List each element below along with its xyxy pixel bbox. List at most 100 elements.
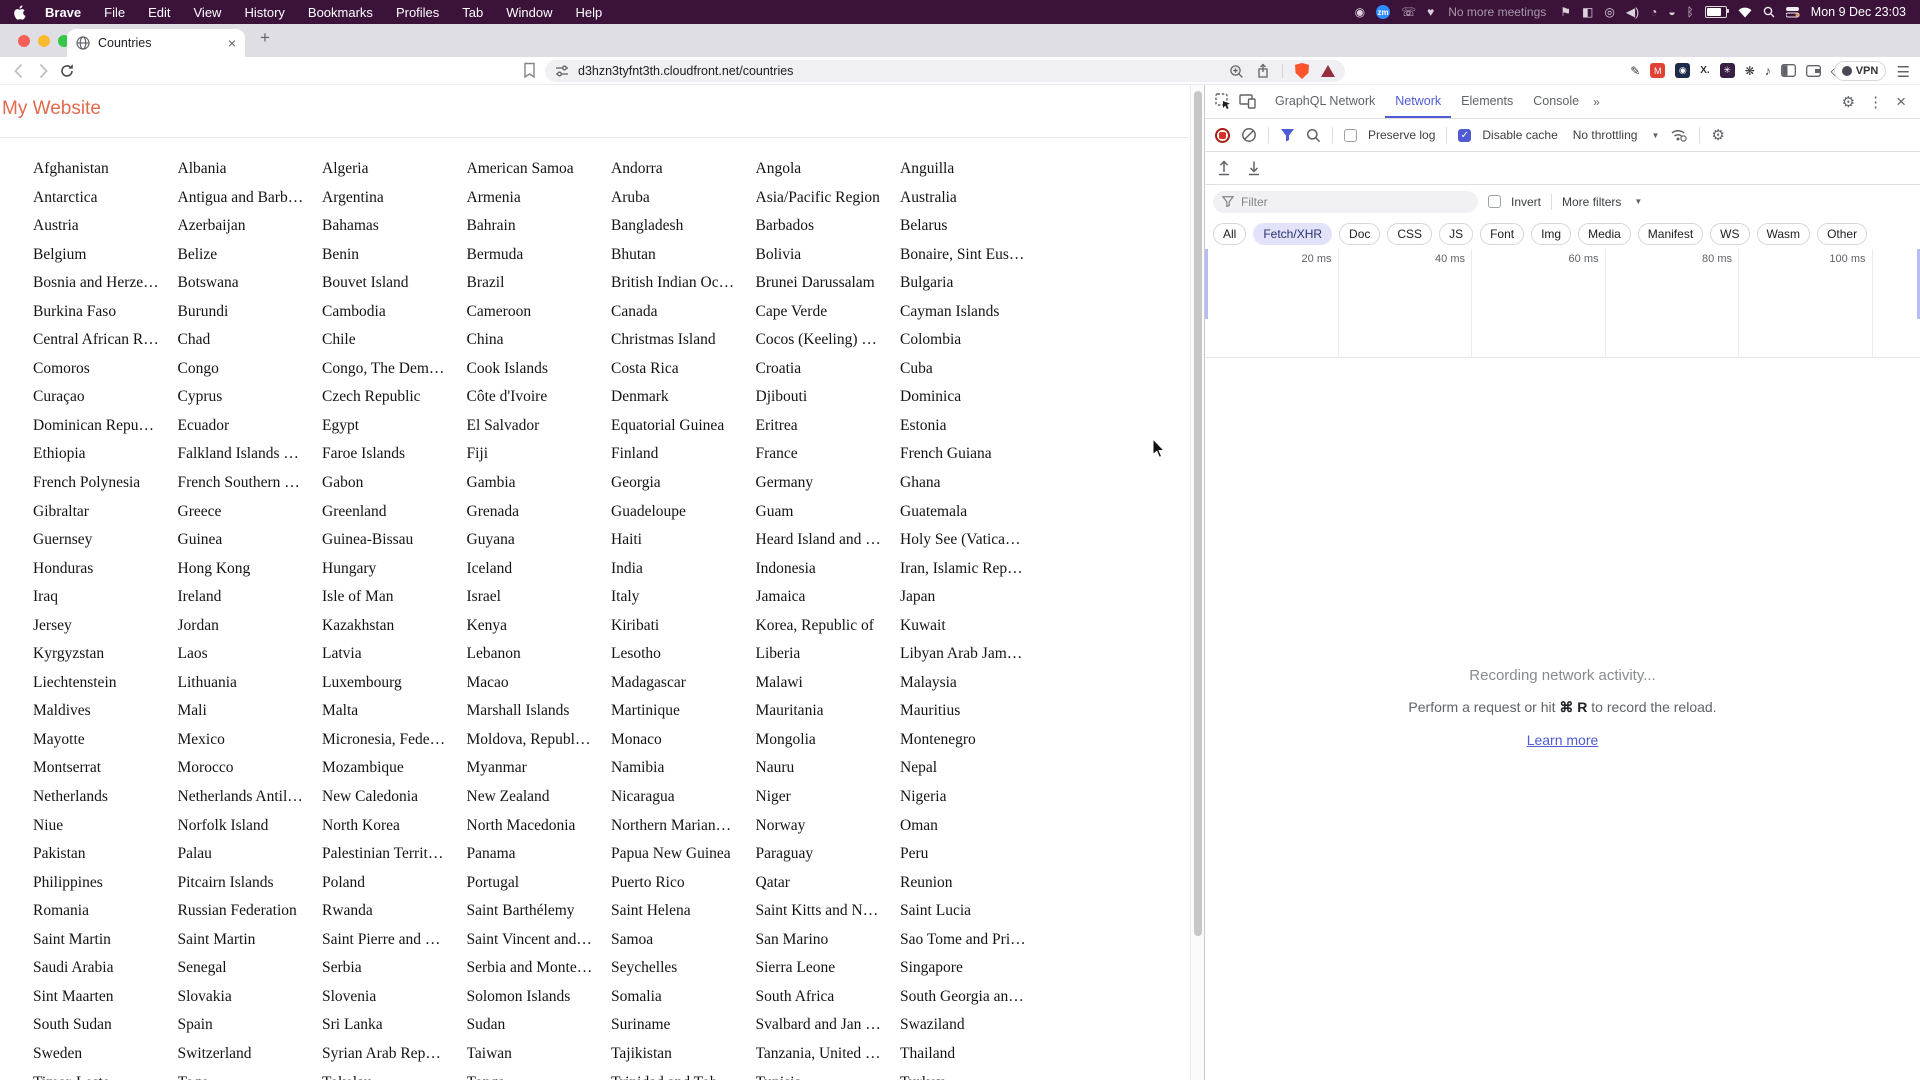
device-toolbar-icon[interactable] — [1235, 90, 1259, 114]
preserve-log-checkbox[interactable] — [1344, 128, 1357, 142]
filter-chip[interactable]: JS — [1439, 222, 1474, 245]
menu-item[interactable]: Tab — [462, 5, 483, 20]
pen-extension-icon[interactable]: ✎ — [1630, 64, 1640, 78]
menu-item[interactable]: Profiles — [396, 5, 439, 20]
network-conditions-icon[interactable] — [1670, 128, 1688, 142]
filter-chip[interactable]: Media — [1578, 222, 1631, 245]
menu-item[interactable]: Brave — [45, 5, 81, 20]
wifi-icon[interactable] — [1738, 7, 1752, 18]
meetings-status-text[interactable]: No more meetings — [1448, 5, 1546, 19]
devtools-tab[interactable]: GraphQL Network — [1265, 85, 1385, 118]
filter-chip[interactable]: Doc — [1339, 222, 1381, 245]
sidebar-toggle-icon[interactable] — [1780, 64, 1796, 77]
filter-toggle-icon[interactable] — [1280, 128, 1295, 142]
menu-item[interactable]: History — [244, 5, 284, 20]
devtools-tab[interactable]: Network — [1385, 85, 1452, 118]
minimize-window-button[interactable] — [38, 35, 50, 47]
flag-status-icon[interactable]: ⚑ — [1560, 5, 1571, 19]
brave-shield-icon[interactable] — [1295, 63, 1309, 79]
export-har-icon[interactable] — [1247, 160, 1261, 176]
more-filters-button[interactable]: More filters — [1562, 195, 1621, 209]
apple-menu-icon[interactable] — [14, 4, 27, 20]
settings-gear-icon[interactable]: ⚙ — [1842, 93, 1855, 111]
phone-status-icon[interactable]: ☏ — [1401, 5, 1416, 19]
preserve-log-label[interactable]: Preserve log — [1368, 128, 1435, 142]
more-filters-caret-icon[interactable]: ▼ — [1634, 197, 1642, 206]
share-icon[interactable] — [1256, 63, 1270, 79]
zoom-app-icon[interactable]: zm — [1376, 5, 1391, 19]
target-status-icon[interactable]: ◎ — [1604, 5, 1614, 19]
x-extension-icon[interactable]: X. — [1700, 65, 1709, 76]
spotlight-icon[interactable] — [1763, 6, 1775, 18]
clear-network-log-icon[interactable] — [1241, 127, 1257, 143]
throttling-caret-icon[interactable]: ▼ — [1651, 131, 1659, 140]
disable-cache-label[interactable]: Disable cache — [1482, 128, 1557, 142]
timeline-left-handle[interactable] — [1205, 249, 1208, 319]
menu-item[interactable]: Edit — [148, 5, 170, 20]
menu-item[interactable]: Help — [576, 5, 603, 20]
menubar-clock[interactable]: Mon 9 Dec 23:03 — [1811, 5, 1906, 19]
filter-chip[interactable]: Other — [1817, 222, 1868, 245]
filter-chip[interactable]: Font — [1480, 222, 1525, 245]
sound-status-icon[interactable]: ◀) — [1626, 5, 1639, 19]
filter-chip[interactable]: CSS — [1387, 222, 1433, 245]
tab-close-icon[interactable]: × — [228, 36, 236, 50]
filter-chip[interactable]: WS — [1710, 222, 1750, 245]
filter-chip[interactable]: Wasm — [1756, 222, 1811, 245]
invert-checkbox[interactable] — [1488, 195, 1501, 208]
kebab-menu-icon[interactable]: ⋮ — [1868, 93, 1883, 111]
url-bar[interactable]: d3hzn3tyfnt3th.cloudfront.net/countries — [545, 60, 1345, 82]
devtools-tab[interactable]: Elements — [1451, 85, 1523, 118]
back-button[interactable] — [10, 62, 28, 80]
filter-chip[interactable]: Manifest — [1637, 222, 1704, 245]
more-tabs-icon[interactable]: » — [1593, 95, 1600, 109]
filter-chip[interactable]: Fetch/XHR — [1253, 222, 1333, 245]
vpn-button[interactable]: VPN — [1834, 61, 1886, 81]
search-network-icon[interactable] — [1306, 128, 1321, 143]
learn-more-link[interactable]: Learn more — [1527, 732, 1599, 748]
forward-button[interactable] — [34, 62, 52, 80]
menu-item[interactable]: View — [194, 5, 222, 20]
user-status-icon[interactable]: ◒ — [1668, 5, 1675, 19]
control-center-icon[interactable] — [1785, 6, 1800, 18]
play-status-icon[interactable]: ◔ — [1650, 5, 1657, 19]
invert-label[interactable]: Invert — [1511, 195, 1541, 209]
disable-cache-checkbox[interactable]: ✓ — [1458, 128, 1472, 142]
page-scrollbar[interactable] — [1190, 85, 1204, 1080]
brave-rewards-icon[interactable] — [1321, 65, 1335, 77]
close-window-button[interactable] — [18, 35, 30, 47]
mail-extension-icon[interactable]: M — [1650, 63, 1666, 78]
scrollbar-thumb[interactable] — [1194, 91, 1202, 936]
import-har-icon[interactable] — [1217, 160, 1231, 176]
pattern-extension-icon[interactable]: ✳ — [1719, 63, 1735, 78]
reload-button[interactable] — [58, 62, 76, 80]
heart-status-icon[interactable]: ♥ — [1427, 5, 1434, 19]
tab-countries[interactable]: Countries × — [67, 29, 245, 57]
filter-chip[interactable]: All — [1213, 222, 1247, 245]
network-settings-gear-icon[interactable]: ⚙ — [1711, 126, 1724, 144]
battery-icon[interactable] — [1704, 6, 1729, 18]
atom-extension-icon[interactable]: ◉ — [1675, 63, 1691, 78]
filter-input[interactable]: Filter — [1213, 190, 1478, 213]
bluetooth-icon[interactable]: ᛒ — [1687, 5, 1694, 19]
throttling-select[interactable]: No throttling — [1573, 128, 1638, 142]
music-extension-icon[interactable]: ♪ — [1765, 64, 1771, 78]
wallet-icon[interactable] — [1805, 64, 1821, 77]
menu-item[interactable]: Bookmarks — [308, 5, 373, 20]
record-status-icon[interactable]: ◉ — [1355, 5, 1365, 19]
menu-item[interactable]: Window — [506, 5, 552, 20]
menu-hamburger-icon[interactable]: ☰ — [1897, 63, 1910, 81]
new-tab-button[interactable]: + — [260, 28, 270, 48]
menu-item[interactable]: File — [104, 5, 125, 20]
site-settings-icon[interactable] — [555, 64, 569, 78]
record-network-log-icon[interactable] — [1215, 127, 1230, 143]
zoom-page-icon[interactable] — [1229, 64, 1244, 79]
url-text[interactable]: d3hzn3tyfnt3th.cloudfront.net/countries — [578, 64, 1229, 78]
layout-status-icon[interactable]: ◧ — [1582, 5, 1593, 19]
flower-extension-icon[interactable]: ❋ — [1745, 64, 1755, 78]
devtools-tab[interactable]: Console — [1523, 85, 1589, 118]
inspect-element-icon[interactable] — [1211, 90, 1235, 114]
bookmark-icon[interactable] — [522, 62, 540, 80]
filter-chip[interactable]: Img — [1531, 222, 1572, 245]
close-devtools-icon[interactable]: × — [1896, 92, 1906, 112]
